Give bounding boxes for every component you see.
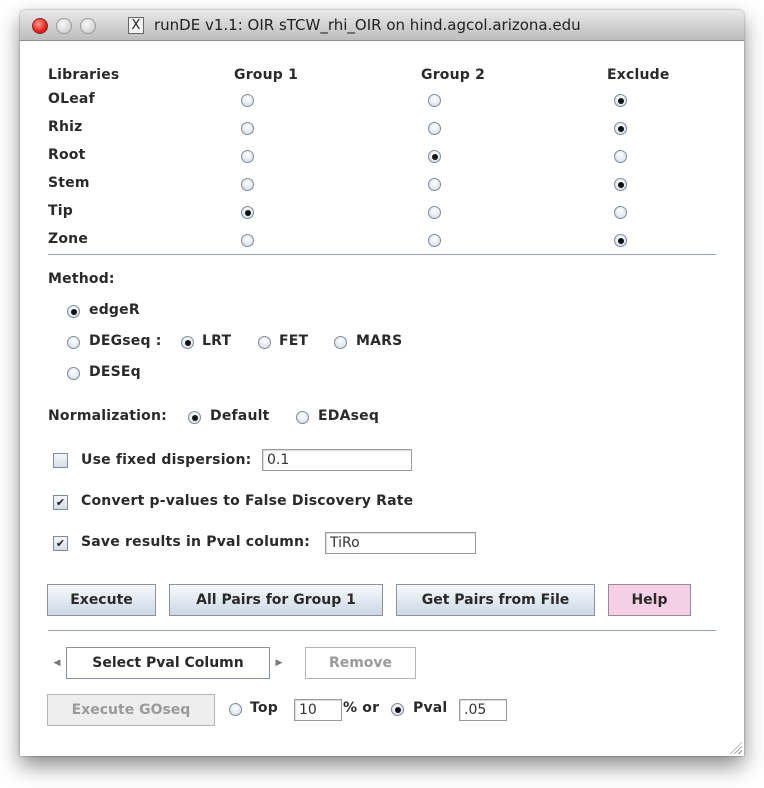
edger-radio[interactable] xyxy=(67,305,80,318)
fdr-checkbox[interactable]: ✔ xyxy=(53,495,68,510)
pval-threshold-input[interactable] xyxy=(459,699,507,721)
normalization-label: Normalization: xyxy=(48,408,167,424)
library-group1-radio[interactable] xyxy=(241,122,254,135)
help-button[interactable]: Help xyxy=(608,584,691,616)
degseq-radio[interactable] xyxy=(67,336,80,349)
execute-button[interactable]: Execute xyxy=(47,584,156,616)
deseq-label: DESEq xyxy=(89,364,141,380)
pval-radio[interactable] xyxy=(391,703,404,716)
mars-label: MARS xyxy=(356,333,403,349)
method-label: Method: xyxy=(48,271,115,287)
library-exclude-radio[interactable] xyxy=(614,150,627,163)
pval-column-selector[interactable]: ◀ Select Pval Column ▶ xyxy=(48,647,296,679)
runde-window: X runDE v1.1: OIR sTCW_rhi_OIR on hind.a… xyxy=(20,10,744,756)
header-group2: Group 2 xyxy=(421,67,486,83)
library-group1-radio[interactable] xyxy=(241,178,254,191)
library-exclude-radio[interactable] xyxy=(614,178,627,191)
library-exclude-radio[interactable] xyxy=(614,122,627,135)
library-exclude-radio[interactable] xyxy=(614,234,627,247)
header-libraries: Libraries xyxy=(48,67,120,83)
close-window-button[interactable] xyxy=(32,18,48,34)
library-exclude-radio[interactable] xyxy=(614,94,627,107)
library-group1-radio[interactable] xyxy=(241,94,254,107)
execute-goseq-button[interactable]: Execute GOseq xyxy=(47,694,215,726)
default-norm-radio[interactable] xyxy=(188,411,201,424)
library-group1-radio[interactable] xyxy=(241,234,254,247)
degseq-label: DEGseq : xyxy=(89,333,162,349)
library-name: Root xyxy=(48,147,86,163)
separator xyxy=(48,630,716,631)
header-exclude: Exclude xyxy=(607,67,670,83)
next-arrow-icon[interactable]: ▶ xyxy=(270,647,288,679)
top-percent-input[interactable] xyxy=(294,699,342,721)
edger-label: edgeR xyxy=(89,302,140,318)
fet-radio[interactable] xyxy=(258,336,271,349)
library-group1-radio[interactable] xyxy=(241,150,254,163)
fet-label: FET xyxy=(279,333,309,349)
pval-column-selector-label[interactable]: Select Pval Column xyxy=(66,647,270,679)
library-group2-radio[interactable] xyxy=(428,150,441,163)
all-pairs-group1-button[interactable]: All Pairs for Group 1 xyxy=(169,584,383,616)
fdr-label: Convert p-values to False Discovery Rate xyxy=(81,493,414,509)
zoom-window-button[interactable] xyxy=(80,18,96,34)
library-group2-radio[interactable] xyxy=(428,234,441,247)
title-bar[interactable]: X runDE v1.1: OIR sTCW_rhi_OIR on hind.a… xyxy=(20,10,744,41)
pval-label: Pval xyxy=(413,700,448,716)
top-label: Top xyxy=(250,700,278,716)
library-group2-radio[interactable] xyxy=(428,206,441,219)
library-name: Zone xyxy=(48,231,89,247)
previous-arrow-icon[interactable]: ◀ xyxy=(48,647,66,679)
save-pval-label: Save results in Pval column: xyxy=(81,534,311,550)
minimize-window-button[interactable] xyxy=(56,18,72,34)
pval-column-input[interactable] xyxy=(325,532,476,554)
percent-or-label: % or xyxy=(343,700,380,716)
fixed-dispersion-input[interactable] xyxy=(262,449,412,471)
top-radio[interactable] xyxy=(229,703,242,716)
library-group2-radio[interactable] xyxy=(428,94,441,107)
library-group2-radio[interactable] xyxy=(428,178,441,191)
edaseq-label: EDAseq xyxy=(318,408,380,424)
resize-grip-icon[interactable] xyxy=(730,742,742,754)
library-name: Rhiz xyxy=(48,119,83,135)
deseq-radio[interactable] xyxy=(67,367,80,380)
lrt-label: LRT xyxy=(202,333,232,349)
separator xyxy=(48,254,716,255)
default-norm-label: Default xyxy=(210,408,270,424)
fixed-dispersion-checkbox[interactable] xyxy=(53,453,68,468)
edaseq-radio[interactable] xyxy=(296,411,309,424)
get-pairs-from-file-button[interactable]: Get Pairs from File xyxy=(396,584,595,616)
mars-radio[interactable] xyxy=(334,336,347,349)
library-exclude-radio[interactable] xyxy=(614,206,627,219)
library-group1-radio[interactable] xyxy=(241,206,254,219)
remove-button[interactable]: Remove xyxy=(305,647,416,679)
library-group2-radio[interactable] xyxy=(428,122,441,135)
lrt-radio[interactable] xyxy=(181,336,194,349)
library-name: OLeaf xyxy=(48,91,95,107)
library-name: Stem xyxy=(48,175,90,191)
header-group1: Group 1 xyxy=(234,67,299,83)
library-name: Tip xyxy=(48,203,73,219)
x11-icon: X xyxy=(128,17,144,34)
window-title: runDE v1.1: OIR sTCW_rhi_OIR on hind.agc… xyxy=(154,16,581,34)
save-pval-checkbox[interactable]: ✔ xyxy=(53,536,68,551)
fixed-dispersion-label: Use fixed dispersion: xyxy=(81,452,252,468)
